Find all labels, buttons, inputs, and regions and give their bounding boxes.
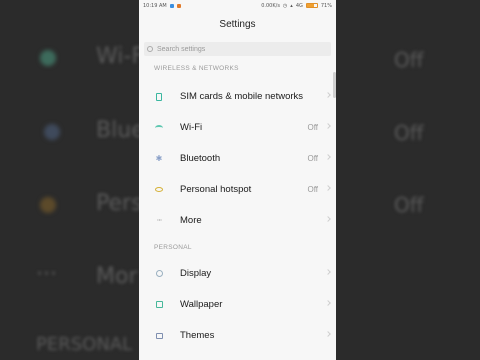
sim-card-icon	[155, 92, 163, 101]
notification-icon	[169, 3, 174, 8]
wallpaper-icon	[155, 301, 163, 309]
settings-item-themes[interactable]: Themes	[139, 320, 336, 351]
wifi-icon	[155, 124, 163, 132]
notification-icon-2	[176, 3, 181, 8]
alarm-icon: ◷	[282, 2, 288, 9]
settings-item-label: Wi-Fi	[180, 122, 203, 133]
more-icon: ···	[156, 216, 163, 225]
search-placeholder: Search settings	[157, 45, 206, 53]
settings-item-display[interactable]: Display	[139, 258, 336, 289]
section-header-wireless: WIRELESS & NETWORKS	[154, 65, 239, 72]
signal-icon: ▴	[290, 2, 293, 9]
background-personal-text: PERSONAL	[36, 334, 133, 355]
background-more-dots: ···	[36, 262, 57, 287]
battery-percent: 71%	[320, 2, 332, 9]
settings-item-label: Themes	[180, 330, 215, 341]
settings-item-value: Off	[307, 154, 318, 163]
background-hotspot-icon	[40, 197, 56, 213]
settings-item-hotspot[interactable]: Personal hotspot Off	[139, 174, 336, 205]
hotspot-icon	[155, 186, 163, 194]
network-type: 4G	[295, 2, 303, 9]
scrollbar[interactable]	[333, 72, 336, 98]
settings-item-label: More	[180, 215, 202, 226]
settings-item-label: Bluetooth	[180, 153, 221, 164]
settings-item-value: Off	[307, 123, 318, 132]
background-hotspot-text: Pers	[96, 191, 143, 216]
background-off-1: Off	[394, 48, 424, 72]
status-time: 10:19 AM	[143, 2, 167, 9]
settings-item-bluetooth[interactable]: ✱ Bluetooth Off	[139, 143, 336, 174]
background-more-text: Mor	[96, 264, 138, 289]
background-wifi-text: Wi-F	[96, 44, 144, 69]
background-bluetooth-icon	[44, 124, 60, 140]
search-bar[interactable]: Search settings	[144, 42, 331, 56]
background-off-2: Off	[394, 121, 424, 145]
settings-item-value: Off	[307, 185, 318, 194]
bluetooth-icon: ✱	[155, 154, 163, 163]
themes-icon	[155, 332, 163, 340]
phone-screen: 10:19 AM 0.00K/s ◷ ▴ 4G 71% Settings Sea…	[139, 0, 336, 360]
background-bluetooth-text: Blue	[96, 118, 145, 143]
background-wifi-icon	[40, 50, 56, 66]
display-icon	[155, 270, 163, 278]
section-header-personal: PERSONAL	[154, 243, 192, 251]
settings-item-label: Display	[180, 268, 212, 279]
battery-icon	[305, 3, 318, 8]
chevron-right-icon	[325, 185, 331, 191]
network-speed: 0.00K/s	[261, 2, 280, 9]
search-icon	[147, 46, 153, 52]
settings-item-wifi[interactable]: Wi-Fi Off	[139, 112, 336, 143]
chevron-right-icon	[325, 123, 331, 129]
settings-item-sim[interactable]: SIM cards & mobile networks	[139, 81, 336, 112]
settings-item-more[interactable]: ··· More	[139, 205, 336, 236]
settings-item-label: Personal hotspot	[180, 184, 252, 195]
background-off-3: Off	[394, 193, 424, 217]
page-title: Settings	[219, 18, 256, 30]
settings-item-label: Wallpaper	[180, 299, 223, 310]
status-bar: 10:19 AM 0.00K/s ◷ ▴ 4G 71%	[139, 0, 336, 11]
settings-item-wallpaper[interactable]: Wallpaper	[139, 289, 336, 320]
settings-item-label: SIM cards & mobile networks	[180, 91, 304, 102]
chevron-right-icon	[325, 154, 331, 160]
settings-list: SIM cards & mobile networks Wi-Fi Off ✱ …	[139, 81, 336, 351]
